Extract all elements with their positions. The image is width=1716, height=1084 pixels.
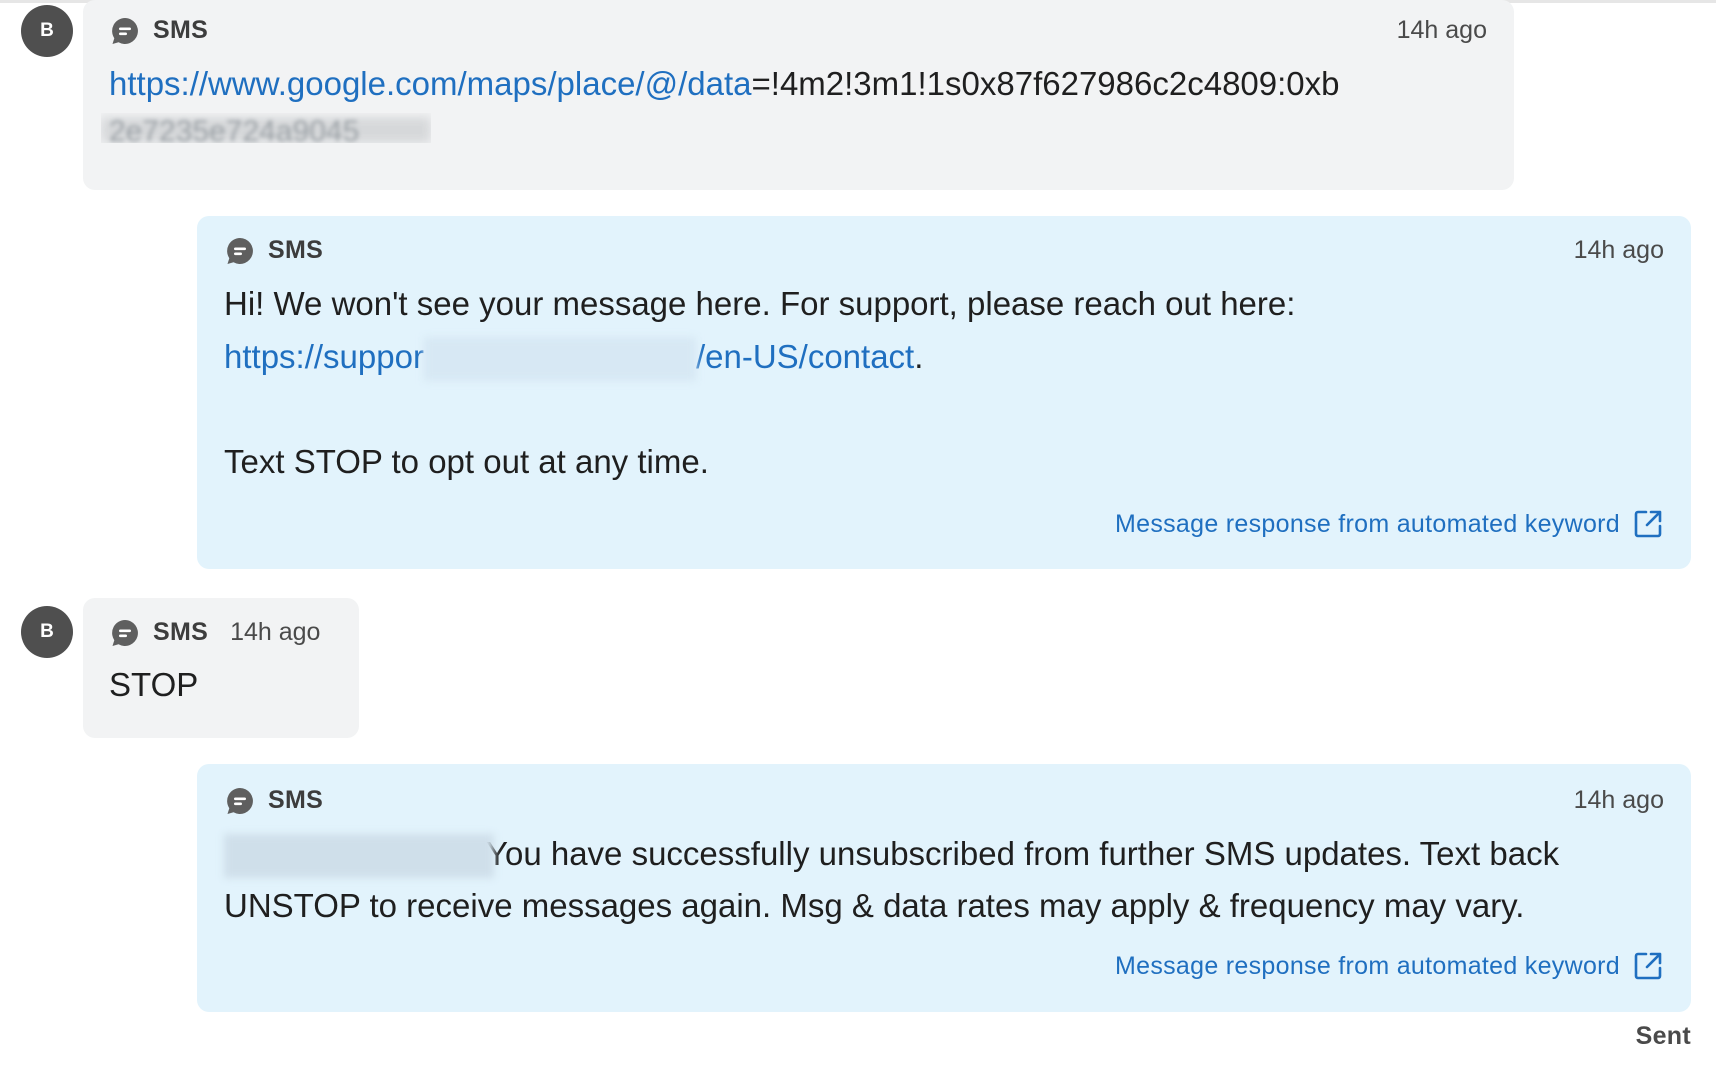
channel-label: SMS — [153, 618, 209, 646]
sms-bubble-icon — [227, 237, 253, 264]
link-trailing-period: . — [914, 338, 924, 375]
message-body: https://www.google.com/maps/place/@/data… — [109, 58, 1340, 110]
avatar-initial: B — [40, 621, 54, 642]
channel-label: SMS — [153, 16, 209, 44]
message-bubble-outbound: SMS 14h ago You have successfully unsubs… — [197, 764, 1691, 1012]
message-text-line1: Hi! We won't see your message here. For … — [224, 285, 1296, 322]
sms-bubble-icon — [227, 787, 253, 814]
support-link-start: https://suppor — [224, 338, 424, 375]
automated-keyword-label: Message response from automated keyword — [1115, 951, 1620, 980]
message-bubble-inbound: SMS 14h ago STOP — [83, 598, 359, 738]
message-text-line1: You have successfully unsubscribed from … — [224, 828, 1559, 880]
message-timestamp: 14h ago — [1573, 786, 1664, 814]
message-text-line2: UNSTOP to receive messages again. Msg & … — [224, 887, 1525, 924]
redacted-sender-name — [224, 834, 494, 879]
message-header: SMS — [226, 786, 323, 815]
message-text: =!4m2!3m1!1s0x87f627986c2c4809:0xb — [751, 65, 1340, 102]
message-bubble-inbound: SMS 14h ago https://www.google.com/maps/… — [83, 0, 1514, 190]
channel-label: SMS — [268, 786, 324, 814]
automated-keyword-link[interactable]: Message response from automated keyword — [1115, 508, 1664, 540]
avatar-initial: B — [40, 20, 54, 41]
sms-bubble-icon — [112, 17, 138, 44]
automated-keyword-label: Message response from automated keyword — [1115, 509, 1620, 538]
support-link[interactable]: https://suppor/en-US/contact — [224, 337, 915, 382]
message-body-line2: 2e7235e724a9045 — [101, 113, 431, 143]
message-text-line3: Text STOP to opt out at any time. — [224, 443, 709, 480]
message-header: SMS — [226, 236, 323, 265]
maps-link[interactable]: https://www.google.com/maps/place/@/data — [109, 65, 752, 102]
avatar[interactable]: B — [21, 606, 73, 658]
avatar[interactable]: B — [21, 5, 73, 57]
message-timestamp: 14h ago — [1573, 236, 1664, 264]
message-timestamp: 14h ago — [1396, 16, 1487, 44]
automated-keyword-link[interactable]: Message response from automated keyword — [1115, 950, 1664, 982]
delivery-status: Sent — [1635, 1022, 1691, 1050]
message-text: You have successfully unsubscribed from … — [486, 835, 1560, 872]
redacted-domain — [423, 337, 696, 382]
message-text-partial: 2e7235e724a9045 — [109, 115, 360, 144]
sms-bubble-icon — [112, 619, 138, 646]
message-header: SMS — [111, 16, 208, 45]
message-header: SMS 14h ago — [111, 618, 320, 647]
external-link-icon — [1634, 510, 1662, 538]
message-timestamp: 14h ago — [230, 618, 321, 646]
support-link-end: /en-US/contact — [695, 338, 915, 375]
external-link-icon — [1634, 952, 1662, 980]
channel-label: SMS — [268, 236, 324, 264]
message-link-line: https://suppor/en-US/contact. — [224, 331, 923, 383]
message-bubble-outbound: SMS 14h ago Hi! We won't see your messag… — [197, 216, 1691, 569]
message-text: STOP — [109, 666, 199, 703]
